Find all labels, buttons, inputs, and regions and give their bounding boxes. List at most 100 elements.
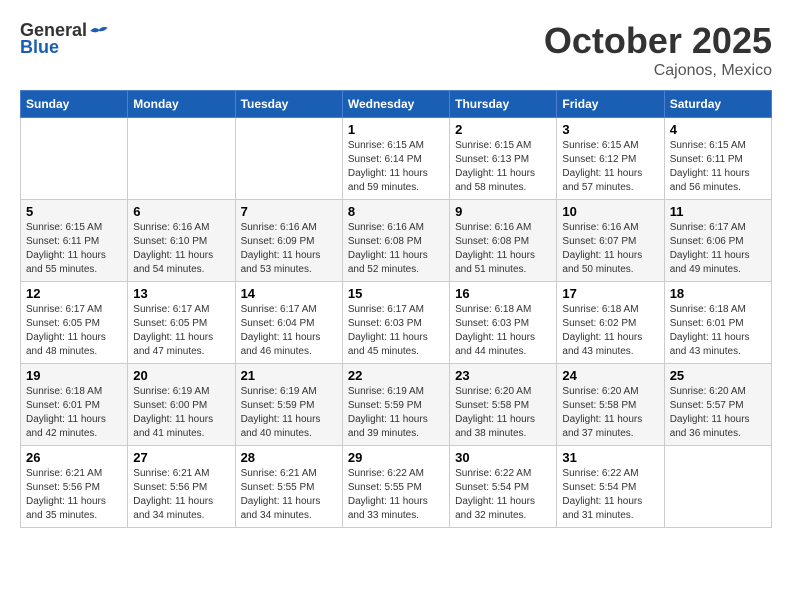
day-info: Sunrise: 6:19 AMSunset: 6:00 PMDaylight:… — [133, 385, 229, 441]
calendar-cell: 19 Sunrise: 6:18 AMSunset: 6:01 PMDayligh… — [21, 364, 128, 446]
calendar-table: SundayMondayTuesdayWednesdayThursdayFrid… — [20, 90, 772, 528]
day-number: 6 — [133, 204, 229, 219]
day-info: Sunrise: 6:19 AMSunset: 5:59 PMDaylight:… — [348, 385, 444, 441]
day-number: 31 — [562, 450, 658, 465]
calendar-cell: 30 Sunrise: 6:22 AMSunset: 5:54 PMDayligh… — [450, 446, 557, 528]
day-info: Sunrise: 6:16 AMSunset: 6:08 PMDaylight:… — [348, 221, 444, 277]
logo-blue: Blue — [20, 37, 59, 58]
calendar-cell: 15 Sunrise: 6:17 AMSunset: 6:03 PMDayligh… — [342, 282, 449, 364]
month-title: October 2025 — [544, 20, 772, 62]
day-number: 5 — [26, 204, 122, 219]
day-info: Sunrise: 6:15 AMSunset: 6:12 PMDaylight:… — [562, 139, 658, 195]
calendar-cell: 1 Sunrise: 6:15 AMSunset: 6:14 PMDaylight… — [342, 118, 449, 200]
calendar-header-row: SundayMondayTuesdayWednesdayThursdayFrid… — [21, 91, 772, 118]
calendar-week-row: 12 Sunrise: 6:17 AMSunset: 6:05 PMDayligh… — [21, 282, 772, 364]
day-number: 4 — [670, 122, 766, 137]
day-info: Sunrise: 6:17 AMSunset: 6:06 PMDaylight:… — [670, 221, 766, 277]
calendar-header-wednesday: Wednesday — [342, 91, 449, 118]
day-number: 12 — [26, 286, 122, 301]
calendar-cell: 24Sunrise: 6:20 AMSunset: 5:58 PMDayligh… — [557, 364, 664, 446]
day-info: Sunrise: 6:15 AMSunset: 6:11 PMDaylight:… — [670, 139, 766, 195]
day-info: Sunrise: 6:16 AMSunset: 6:08 PMDaylight:… — [455, 221, 551, 277]
day-info: Sunrise: 6:16 AMSunset: 6:10 PMDaylight:… — [133, 221, 229, 277]
calendar-week-row: 26 Sunrise: 6:21 AMSunset: 5:56 PMDayligh… — [21, 446, 772, 528]
day-info: Sunrise: 6:22 AMSunset: 5:54 PMDaylight:… — [455, 467, 551, 523]
calendar-cell: 3 Sunrise: 6:15 AMSunset: 6:12 PMDaylight… — [557, 118, 664, 200]
day-info: Sunrise: 6:21 AMSunset: 5:55 PMDaylight:… — [241, 467, 337, 523]
page-header: General Blue October 2025 Cajonos, Mexic… — [20, 20, 772, 80]
day-info: Sunrise: 6:21 AMSunset: 5:56 PMDaylight:… — [26, 467, 122, 523]
day-number: 14 — [241, 286, 337, 301]
calendar-cell: 4 Sunrise: 6:15 AMSunset: 6:11 PMDaylight… — [664, 118, 771, 200]
day-number: 18 — [670, 286, 766, 301]
calendar-cell: 18 Sunrise: 6:18 AMSunset: 6:01 PMDayligh… — [664, 282, 771, 364]
calendar-cell: 5Sunrise: 6:15 AMSunset: 6:11 PMDaylight… — [21, 200, 128, 282]
day-info: Sunrise: 6:16 AMSunset: 6:09 PMDaylight:… — [241, 221, 337, 277]
calendar-cell: 2 Sunrise: 6:15 AMSunset: 6:13 PMDaylight… — [450, 118, 557, 200]
day-info: Sunrise: 6:21 AMSunset: 5:56 PMDaylight:… — [133, 467, 229, 523]
calendar-cell: 26 Sunrise: 6:21 AMSunset: 5:56 PMDayligh… — [21, 446, 128, 528]
day-number: 17 — [562, 286, 658, 301]
day-number: 29 — [348, 450, 444, 465]
day-info: Sunrise: 6:15 AMSunset: 6:14 PMDaylight:… — [348, 139, 444, 195]
day-number: 28 — [241, 450, 337, 465]
logo: General Blue — [20, 20, 109, 58]
day-info: Sunrise: 6:16 AMSunset: 6:07 PMDaylight:… — [562, 221, 658, 277]
day-number: 27 — [133, 450, 229, 465]
calendar-cell: 31 Sunrise: 6:22 AMSunset: 5:54 PMDayligh… — [557, 446, 664, 528]
day-info: Sunrise: 6:17 AMSunset: 6:05 PMDaylight:… — [133, 303, 229, 359]
day-info: Sunrise: 6:17 AMSunset: 6:03 PMDaylight:… — [348, 303, 444, 359]
calendar-header-sunday: Sunday — [21, 91, 128, 118]
calendar-header-tuesday: Tuesday — [235, 91, 342, 118]
title-block: October 2025 Cajonos, Mexico — [544, 20, 772, 80]
day-info: Sunrise: 6:22 AMSunset: 5:54 PMDaylight:… — [562, 467, 658, 523]
location-subtitle: Cajonos, Mexico — [544, 62, 772, 80]
calendar-cell: 11 Sunrise: 6:17 AMSunset: 6:06 PMDayligh… — [664, 200, 771, 282]
day-info: Sunrise: 6:18 AMSunset: 6:01 PMDaylight:… — [670, 303, 766, 359]
calendar-cell: 23Sunrise: 6:20 AMSunset: 5:58 PMDayligh… — [450, 364, 557, 446]
calendar-cell: 8Sunrise: 6:16 AMSunset: 6:08 PMDaylight… — [342, 200, 449, 282]
calendar-week-row: 19 Sunrise: 6:18 AMSunset: 6:01 PMDayligh… — [21, 364, 772, 446]
day-info: Sunrise: 6:20 AMSunset: 5:58 PMDaylight:… — [562, 385, 658, 441]
day-number: 13 — [133, 286, 229, 301]
calendar-cell: 16Sunrise: 6:18 AMSunset: 6:03 PMDayligh… — [450, 282, 557, 364]
calendar-header-saturday: Saturday — [664, 91, 771, 118]
day-number: 11 — [670, 204, 766, 219]
calendar-cell: 10 Sunrise: 6:16 AMSunset: 6:07 PMDayligh… — [557, 200, 664, 282]
calendar-cell: 27 Sunrise: 6:21 AMSunset: 5:56 PMDayligh… — [128, 446, 235, 528]
calendar-header-monday: Monday — [128, 91, 235, 118]
day-info: Sunrise: 6:17 AMSunset: 6:04 PMDaylight:… — [241, 303, 337, 359]
day-number: 2 — [455, 122, 551, 137]
day-number: 21 — [241, 368, 337, 383]
day-info: Sunrise: 6:19 AMSunset: 5:59 PMDaylight:… — [241, 385, 337, 441]
bird-icon — [89, 21, 109, 41]
day-info: Sunrise: 6:22 AMSunset: 5:55 PMDaylight:… — [348, 467, 444, 523]
day-info: Sunrise: 6:20 AMSunset: 5:57 PMDaylight:… — [670, 385, 766, 441]
day-number: 19 — [26, 368, 122, 383]
calendar-cell: 17 Sunrise: 6:18 AMSunset: 6:02 PMDayligh… — [557, 282, 664, 364]
calendar-week-row: 5Sunrise: 6:15 AMSunset: 6:11 PMDaylight… — [21, 200, 772, 282]
day-number: 25 — [670, 368, 766, 383]
calendar-cell: 28 Sunrise: 6:21 AMSunset: 5:55 PMDayligh… — [235, 446, 342, 528]
day-number: 30 — [455, 450, 551, 465]
day-number: 15 — [348, 286, 444, 301]
day-info: Sunrise: 6:15 AMSunset: 6:13 PMDaylight:… — [455, 139, 551, 195]
day-number: 3 — [562, 122, 658, 137]
day-number: 1 — [348, 122, 444, 137]
calendar-cell — [21, 118, 128, 200]
calendar-header-thursday: Thursday — [450, 91, 557, 118]
day-number: 10 — [562, 204, 658, 219]
day-info: Sunrise: 6:18 AMSunset: 6:01 PMDaylight:… — [26, 385, 122, 441]
calendar-cell: 7 Sunrise: 6:16 AMSunset: 6:09 PMDaylight… — [235, 200, 342, 282]
day-number: 22 — [348, 368, 444, 383]
day-number: 9 — [455, 204, 551, 219]
calendar-cell: 29 Sunrise: 6:22 AMSunset: 5:55 PMDayligh… — [342, 446, 449, 528]
calendar-cell: 9 Sunrise: 6:16 AMSunset: 6:08 PMDaylight… — [450, 200, 557, 282]
day-number: 26 — [26, 450, 122, 465]
calendar-cell: 14 Sunrise: 6:17 AMSunset: 6:04 PMDayligh… — [235, 282, 342, 364]
calendar-cell: 13 Sunrise: 6:17 AMSunset: 6:05 PMDayligh… — [128, 282, 235, 364]
calendar-cell: 21 Sunrise: 6:19 AMSunset: 5:59 PMDayligh… — [235, 364, 342, 446]
day-info: Sunrise: 6:18 AMSunset: 6:02 PMDaylight:… — [562, 303, 658, 359]
calendar-cell: 12Sunrise: 6:17 AMSunset: 6:05 PMDayligh… — [21, 282, 128, 364]
day-number: 7 — [241, 204, 337, 219]
